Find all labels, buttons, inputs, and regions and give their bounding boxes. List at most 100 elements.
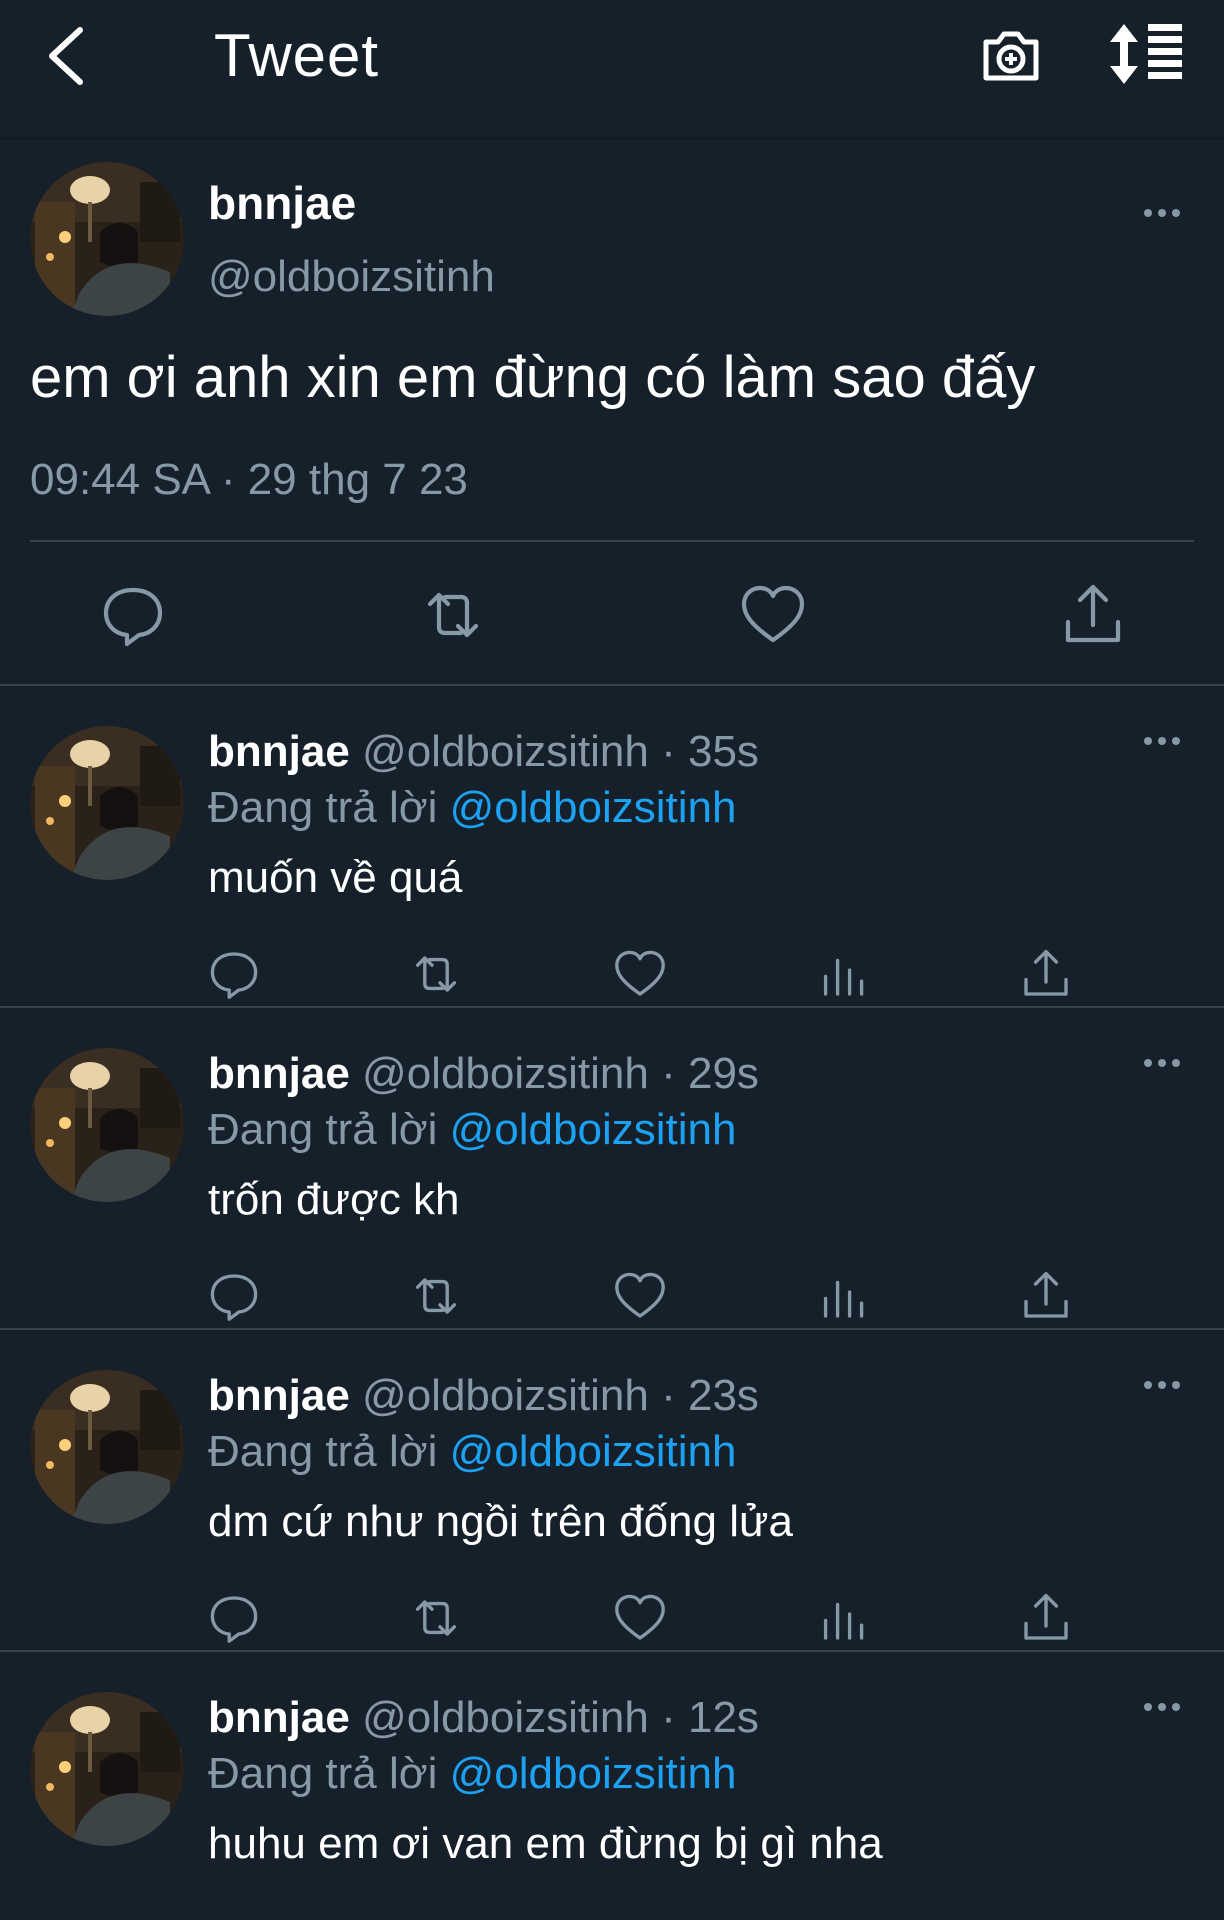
retweet-button[interactable] <box>408 1590 464 1646</box>
share-button[interactable] <box>1018 1590 1074 1646</box>
replying-label: Đang trả lời <box>208 1427 438 1476</box>
analytics-icon <box>823 1602 864 1640</box>
reply-time: 23s <box>687 1371 759 1420</box>
page-title: Tweet <box>214 22 380 89</box>
heart-icon <box>615 950 665 996</box>
sort-toggle-button[interactable] <box>1110 22 1190 88</box>
share-icon <box>1024 949 1068 996</box>
reply-text: muốn về quá <box>208 853 463 902</box>
replying-to-link[interactable]: @oldboizsitinh <box>450 783 737 832</box>
like-button[interactable] <box>612 1590 668 1646</box>
sort-list-icon <box>1110 24 1182 84</box>
reply-text: huhu em ơi van em đừng bị gì nha <box>208 1819 883 1868</box>
replying-label: Đang trả lời <box>208 1749 438 1798</box>
share-icon <box>1065 584 1121 643</box>
share-button[interactable] <box>1058 580 1128 650</box>
reply-tweet[interactable]: bnnjae @oldboizsitinh · 23s Đang trả lời… <box>0 1330 1224 1652</box>
camera-plus-icon <box>983 31 1039 81</box>
author-name[interactable]: bnnjae <box>208 1049 350 1098</box>
avatar-photo <box>30 1048 184 1202</box>
replying-to-line: Đang trả lời @oldboizsitinh <box>208 1424 736 1480</box>
heart-icon <box>615 1594 665 1640</box>
replying-to-line: Đang trả lời @oldboizsitinh <box>208 780 736 836</box>
retweet-icon <box>415 1600 457 1636</box>
retweet-icon <box>415 1278 457 1314</box>
analytics-button[interactable] <box>816 1268 872 1324</box>
separator-dot: · <box>661 727 676 776</box>
reply-tweet[interactable]: bnnjae @oldboizsitinh · 29s Đang trả lời… <box>0 1008 1224 1330</box>
avatar[interactable] <box>30 162 184 316</box>
more-options-button[interactable] <box>1132 1048 1192 1078</box>
separator-dot: · <box>661 1371 676 1420</box>
avatar[interactable] <box>30 1048 184 1202</box>
avatar-photo <box>30 1692 184 1846</box>
author-handle[interactable]: @oldboizsitinh <box>208 250 495 304</box>
author-handle[interactable]: @oldboizsitinh <box>362 1693 649 1742</box>
more-options-button[interactable] <box>1132 1692 1192 1722</box>
avatar[interactable] <box>30 1370 184 1524</box>
separator-dot: · <box>661 1049 676 1098</box>
avatar-photo <box>30 726 184 880</box>
author-name[interactable]: bnnjae <box>208 1371 350 1420</box>
avatar[interactable] <box>30 1692 184 1846</box>
top-navigation-bar: Tweet <box>0 0 1224 139</box>
reply-time: 29s <box>687 1049 759 1098</box>
avatar-photo <box>30 162 184 316</box>
more-options-button[interactable] <box>1132 198 1192 228</box>
replying-to-link[interactable]: @oldboizsitinh <box>450 1427 737 1476</box>
replying-label: Đang trả lời <box>208 783 438 832</box>
reply-header: bnnjae @oldboizsitinh · 29s <box>208 1046 759 1102</box>
share-button[interactable] <box>1018 1268 1074 1324</box>
reply-text: dm cứ như ngồi trên đống lửa <box>208 1497 793 1546</box>
author-name[interactable]: bnnjae <box>208 174 356 232</box>
heart-icon <box>741 585 805 643</box>
reply-icon <box>210 1274 258 1321</box>
replying-to-link[interactable]: @oldboizsitinh <box>450 1105 737 1154</box>
analytics-icon <box>823 1280 864 1318</box>
heart-icon <box>615 1272 665 1318</box>
reply-icon <box>210 952 258 999</box>
share-button[interactable] <box>1018 946 1074 1002</box>
like-button[interactable] <box>612 1268 668 1324</box>
author-handle[interactable]: @oldboizsitinh <box>362 727 649 776</box>
replying-to-link[interactable]: @oldboizsitinh <box>450 1749 737 1798</box>
like-button[interactable] <box>738 580 808 650</box>
like-button[interactable] <box>612 946 668 1002</box>
reply-icon <box>210 1596 258 1643</box>
camera-button[interactable] <box>978 22 1044 88</box>
focused-tweet: bnnjae @oldboizsitinh em ơi anh xin em đ… <box>0 140 1224 686</box>
more-options-button[interactable] <box>1132 726 1192 756</box>
more-options-button[interactable] <box>1132 1370 1192 1400</box>
reply-button[interactable] <box>206 1590 262 1646</box>
retweet-icon <box>427 592 479 638</box>
share-icon <box>1024 1271 1068 1318</box>
reply-time: 12s <box>687 1693 759 1742</box>
author-name[interactable]: bnnjae <box>208 727 350 776</box>
replying-to-line: Đang trả lời @oldboizsitinh <box>208 1102 736 1158</box>
share-icon <box>1024 1593 1068 1640</box>
reply-button[interactable] <box>98 580 168 650</box>
reply-tweet[interactable]: bnnjae @oldboizsitinh · 12s Đang trả lời… <box>0 1652 1224 1920</box>
reply-button[interactable] <box>206 946 262 1002</box>
reply-tweet[interactable]: bnnjae @oldboizsitinh · 35s Đang trả lời… <box>0 686 1224 1008</box>
author-name[interactable]: bnnjae <box>208 1693 350 1742</box>
replying-to-line: Đang trả lời @oldboizsitinh <box>208 1746 736 1802</box>
reply-header: bnnjae @oldboizsitinh · 12s <box>208 1690 759 1746</box>
reply-button[interactable] <box>206 1268 262 1324</box>
author-handle[interactable]: @oldboizsitinh <box>362 1049 649 1098</box>
reply-icon <box>103 587 163 647</box>
reply-text: trốn được kh <box>208 1175 460 1224</box>
separator-dot: · <box>661 1693 676 1742</box>
retweet-button[interactable] <box>408 1268 464 1324</box>
back-button[interactable] <box>38 22 94 90</box>
analytics-button[interactable] <box>816 1590 872 1646</box>
divider <box>30 540 1194 542</box>
retweet-button[interactable] <box>408 946 464 1002</box>
chevron-left-icon <box>49 27 83 85</box>
avatar[interactable] <box>30 726 184 880</box>
retweet-button[interactable] <box>418 580 488 650</box>
author-handle[interactable]: @oldboizsitinh <box>362 1371 649 1420</box>
analytics-button[interactable] <box>816 946 872 1002</box>
retweet-icon <box>415 956 457 992</box>
reply-header: bnnjae @oldboizsitinh · 23s <box>208 1368 759 1424</box>
